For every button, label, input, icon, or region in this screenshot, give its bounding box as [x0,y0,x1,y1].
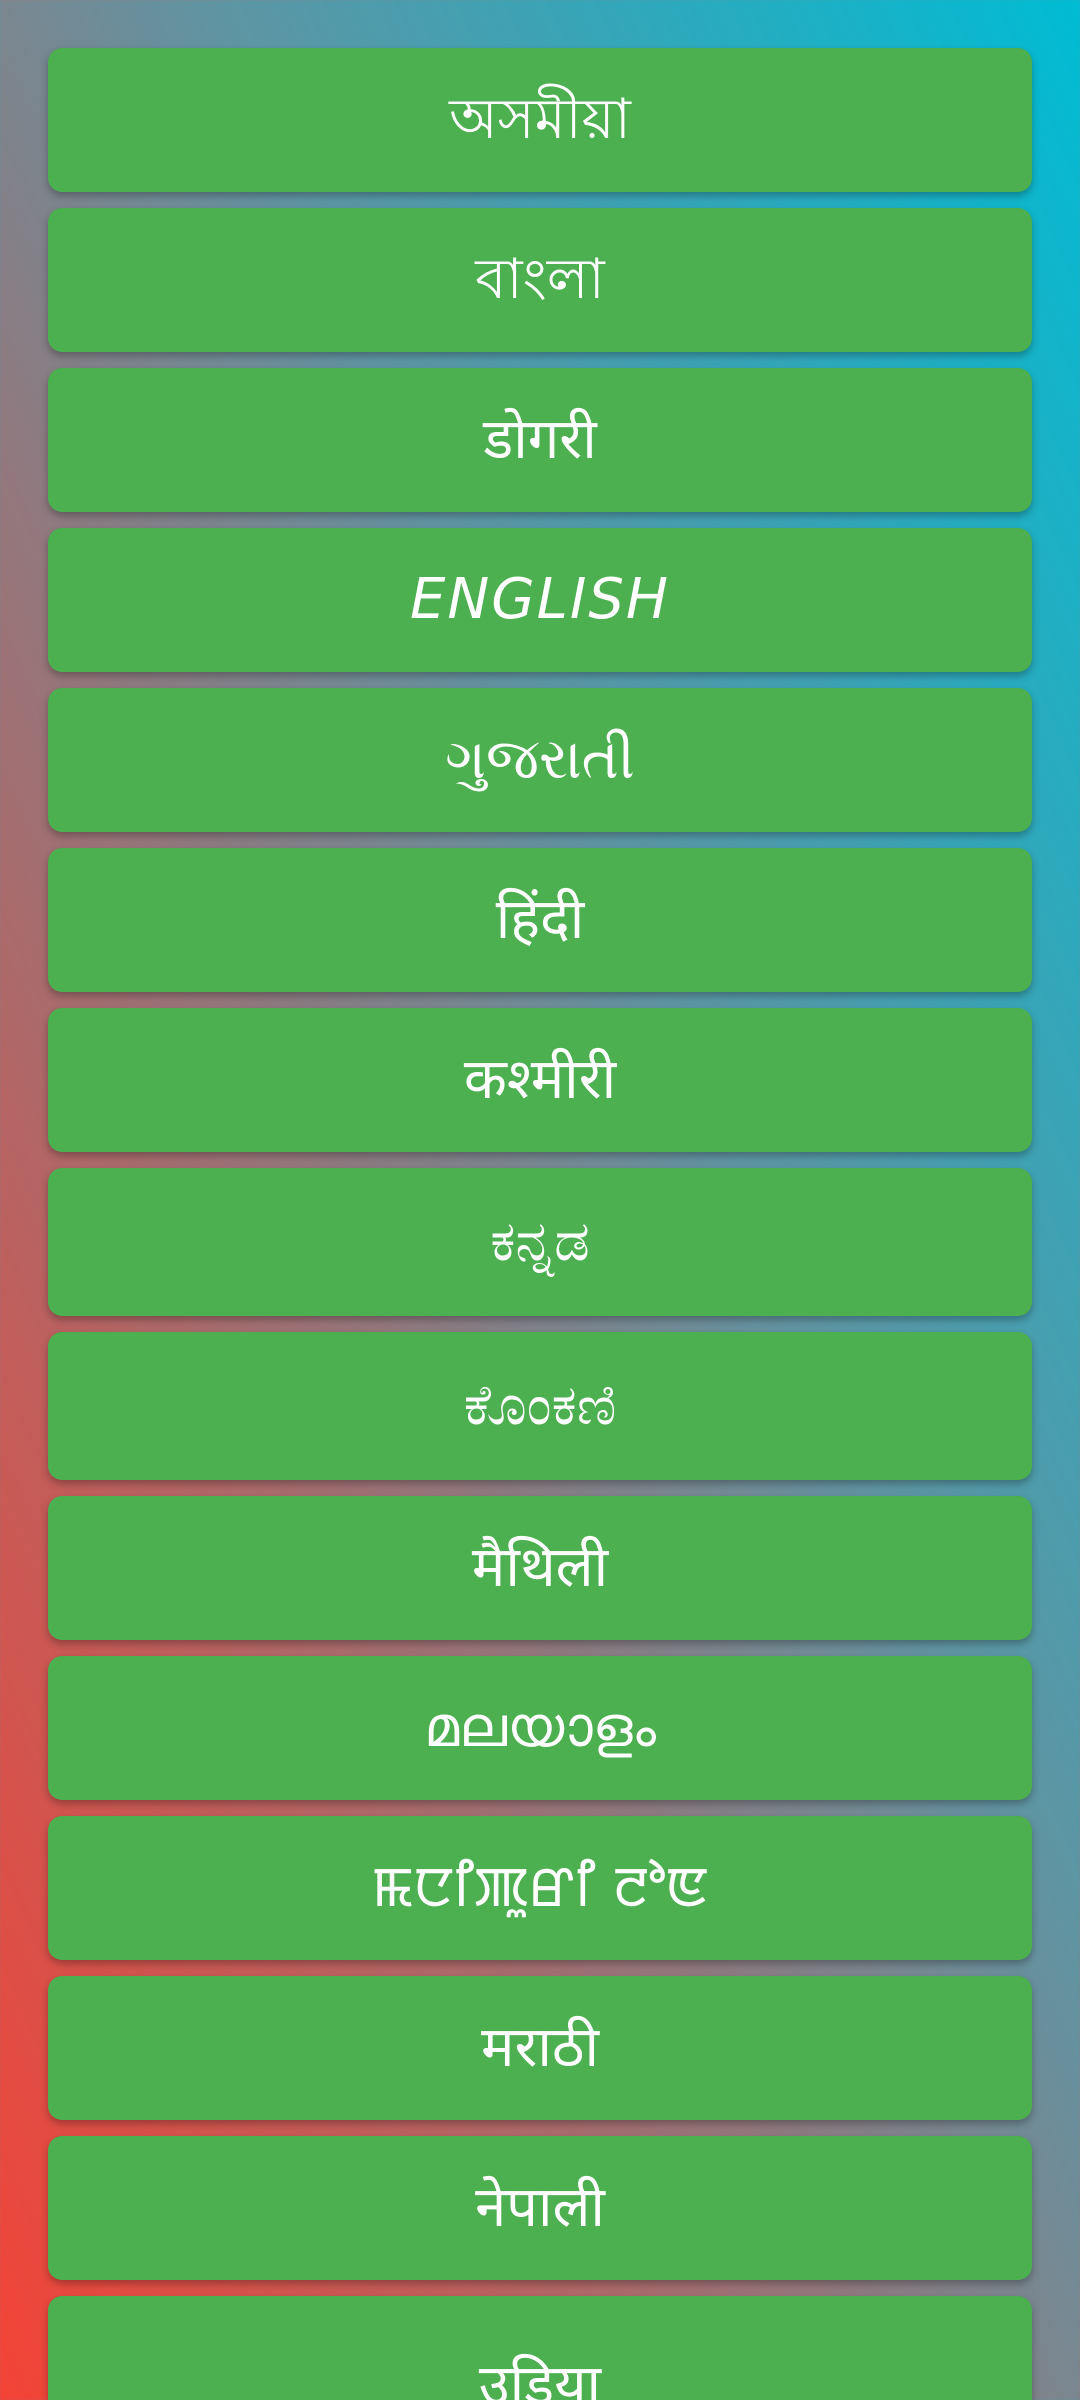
language-label: ENGLISH [409,567,671,632]
language-label: ꯃꯅꯤꯄꯨꯔꯤ ꯂꯣꯟ [371,1855,709,1920]
language-label: नेपाली [475,2175,605,2240]
language-button-bengali[interactable]: বাংলা [48,208,1032,352]
language-button-maithili[interactable]: मैथिली [48,1496,1032,1640]
language-button-gujarati[interactable]: ગુજરાતી [48,688,1032,832]
language-label: मराठी [481,2015,599,2080]
language-label: डोगरी [483,407,597,472]
language-label: বাংলা [475,247,605,312]
language-button-nepali[interactable]: नेपाली [48,2136,1032,2280]
language-button-english[interactable]: ENGLISH [48,528,1032,672]
language-label: ગુજરાતી [445,727,635,792]
language-button-konkani[interactable]: ಕೊಂಕಣಿ [48,1332,1032,1480]
language-button-dogri[interactable]: डोगरी [48,368,1032,512]
language-button-kashmiri[interactable]: कश्मीरी [48,1008,1032,1152]
language-label: অসমীয়া [449,87,631,152]
language-label: ಕೊಂಕಣಿ [463,1373,617,1438]
language-button-hindi[interactable]: हिंदी [48,848,1032,992]
language-button-malayalam[interactable]: മലയാളം [48,1656,1032,1800]
language-label: कश्मीरी [463,1047,617,1112]
language-label: മലയാളം [423,1695,657,1760]
language-label: उडिया [478,2353,602,2400]
language-label: मैथिली [471,1535,609,1600]
language-button-assamese[interactable]: অসমীয়া [48,48,1032,192]
language-button-odia[interactable]: उडिया [48,2296,1032,2400]
language-button-marathi[interactable]: मराठी [48,1976,1032,2120]
language-button-manipuri[interactable]: ꯃꯅꯤꯄꯨꯔꯤ ꯂꯣꯟ [48,1816,1032,1960]
language-label: ಕನ್ನಡ [490,1209,590,1274]
language-button-kannada[interactable]: ಕನ್ನಡ [48,1168,1032,1316]
language-label: हिंदी [495,887,585,952]
